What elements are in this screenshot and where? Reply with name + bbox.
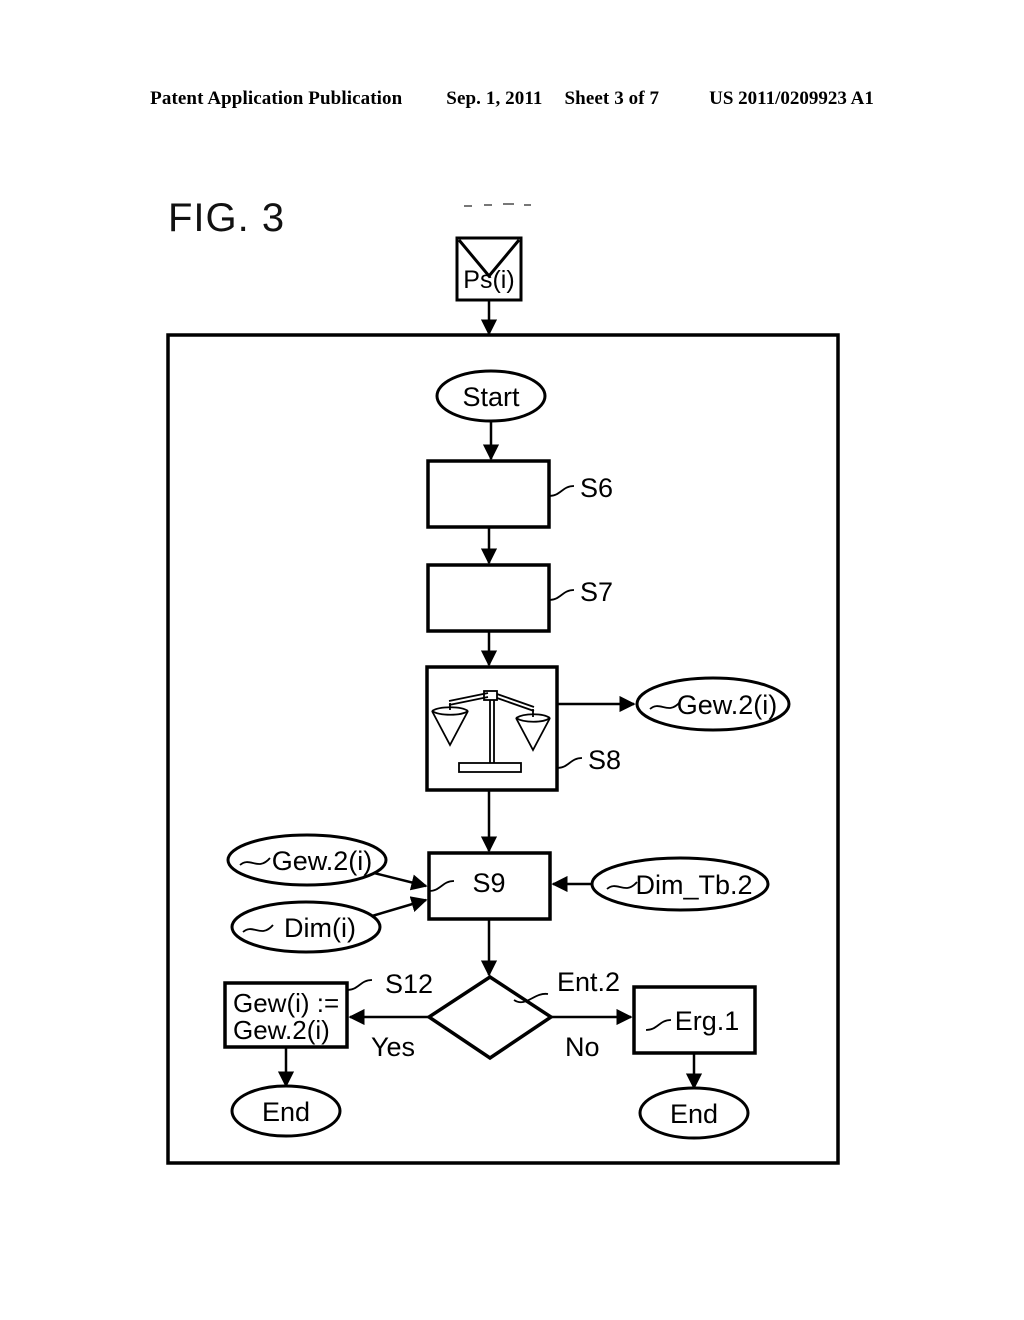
dim-input-leader-line	[242, 924, 274, 933]
s7-box	[426, 563, 551, 633]
figure-3-flowchart	[166, 203, 840, 1165]
gew2-output-leader-line	[649, 701, 681, 710]
dim-to-s9-arrow	[371, 896, 428, 918]
s12-assignment-line1: Gew(i) :=	[233, 988, 340, 1018]
s9-label: S9	[472, 868, 506, 898]
gew2-input-label: Gew.2(i)	[271, 846, 373, 876]
erg1-label: Erg.1	[674, 1006, 740, 1036]
s7-ref-label: S7	[580, 577, 614, 607]
dash-marks	[464, 203, 531, 207]
s12-ref-label: S12	[385, 969, 434, 999]
s6-leader-line	[548, 485, 575, 497]
end-label-right: End	[669, 1099, 719, 1129]
s12-assignment-line2: Gew.2(i)	[233, 1015, 330, 1045]
s8-ref-label: S8	[588, 745, 622, 775]
s8-leader-line	[556, 757, 583, 769]
end-label-left: End	[261, 1097, 311, 1127]
dim-input-label: Dim(i)	[284, 913, 356, 943]
s6-ref-label: S6	[580, 473, 614, 503]
s6-box	[426, 459, 551, 529]
no-branch-label: No	[565, 1032, 600, 1062]
dim-tb2-input-label: Dim_Tb.2	[635, 870, 753, 900]
patent-page: Patent Application Publication Sep. 1, 2…	[0, 0, 1024, 1320]
gew2-to-s9-arrow	[373, 871, 428, 891]
start-label: Start	[462, 382, 520, 412]
balance-scale-icon	[431, 690, 551, 773]
yes-branch-label: Yes	[371, 1032, 416, 1062]
s7-leader-line	[548, 589, 575, 601]
decision-ref-label: Ent.2	[557, 967, 621, 997]
gew2-output-label: Gew.2(i)	[676, 690, 778, 720]
s12-leader-line	[346, 979, 373, 991]
s9-leader-line	[428, 880, 455, 892]
erg1-leader-line	[645, 1019, 672, 1031]
dim-tb2-leader-line	[606, 881, 638, 890]
gew2-input-leader-line	[239, 857, 271, 866]
envelope-label: Ps(i)	[463, 266, 515, 294]
decision-diamond	[425, 974, 555, 1061]
